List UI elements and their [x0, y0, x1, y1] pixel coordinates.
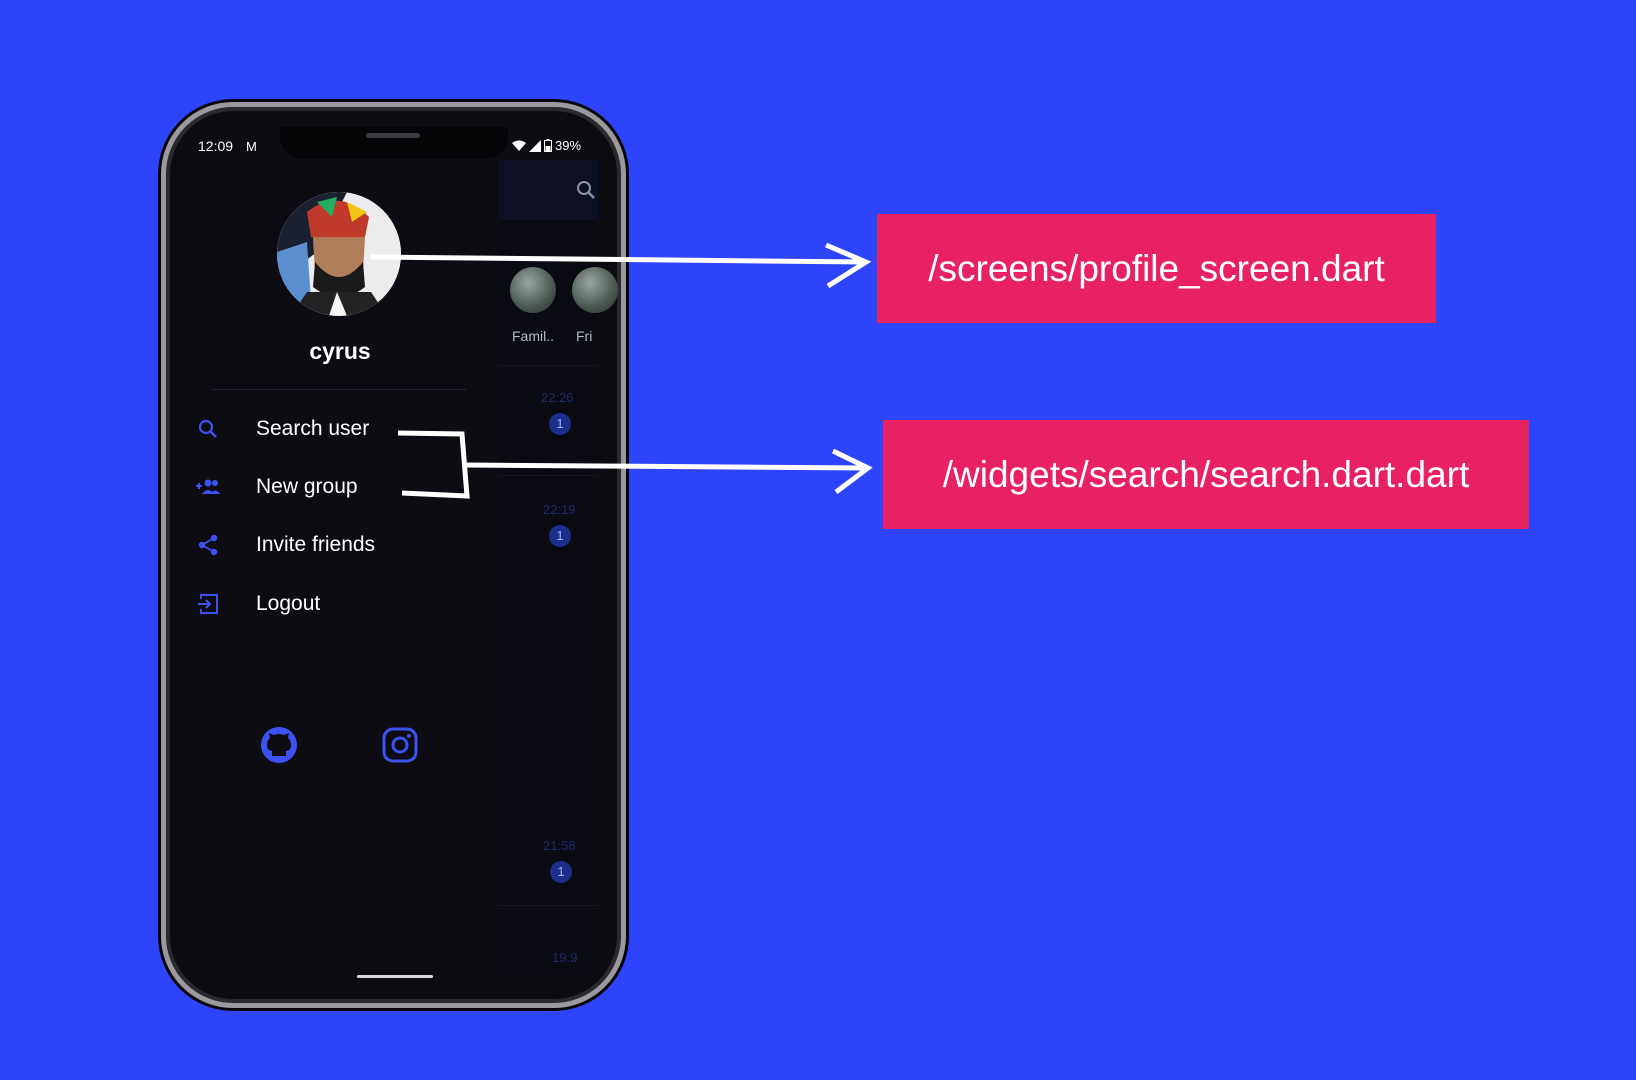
- menu-label: New group: [256, 475, 358, 498]
- profile-screen-label: /screens/profile_screen.dart: [877, 214, 1436, 323]
- menu-item-invite-friends[interactable]: Invite friends: [196, 529, 476, 561]
- chat-time: 22:19: [543, 502, 576, 517]
- menu-label: Search user: [256, 417, 370, 440]
- story-avatar[interactable]: [572, 267, 618, 313]
- story-avatar[interactable]: [510, 267, 556, 313]
- home-indicator: [357, 975, 433, 978]
- status-time: 12:09: [198, 138, 234, 154]
- profile-name: cyrus: [309, 338, 371, 364]
- logout-icon: [196, 592, 220, 616]
- chat-list-header: [498, 160, 598, 220]
- divider: [498, 475, 598, 476]
- story-label: Famil..: [512, 328, 554, 344]
- status-right: 39%: [512, 138, 581, 153]
- wifi-icon: [512, 140, 526, 151]
- avatar-image: [277, 192, 401, 316]
- unread-badge: 1: [549, 525, 571, 547]
- search-icon: [196, 417, 220, 441]
- chat-time: 19:9: [552, 950, 578, 965]
- menu-label: Invite friends: [256, 533, 376, 556]
- gmail-icon: M: [246, 139, 257, 154]
- battery-percent: 39%: [555, 138, 582, 153]
- chat-time: 22:26: [541, 390, 574, 405]
- share-icon: [196, 533, 220, 557]
- menu-item-search-user[interactable]: Search user: [196, 413, 476, 445]
- profile-arrowhead: [825, 242, 872, 289]
- story-label: Fri: [576, 328, 593, 344]
- divider: [498, 905, 598, 906]
- github-icon[interactable]: [259, 725, 299, 765]
- signal-icon: [529, 139, 541, 152]
- chat-list-background: Famil.. Fri 22:26 1 22:19 1 21:58 1 19:9: [498, 160, 618, 980]
- menu-item-logout[interactable]: Logout: [196, 588, 476, 620]
- menu-item-new-group[interactable]: New group: [196, 471, 476, 503]
- instagram-icon[interactable]: [380, 725, 420, 765]
- unread-badge: 1: [550, 861, 572, 883]
- search-icon[interactable]: [576, 180, 596, 200]
- search-arrowhead: [831, 448, 873, 494]
- unread-badge: 1: [549, 413, 571, 435]
- phone-notch: [280, 127, 508, 159]
- search-widget-label: /widgets/search/search.dart.dart: [883, 420, 1529, 529]
- profile-avatar[interactable]: [277, 192, 401, 316]
- group-add-icon: [196, 475, 220, 499]
- divider: [498, 365, 598, 366]
- battery-icon: [544, 139, 552, 152]
- phone-speaker: [366, 133, 420, 138]
- drawer-divider: [211, 389, 466, 390]
- menu-label: Logout: [256, 592, 321, 615]
- chat-time: 21:58: [543, 838, 576, 853]
